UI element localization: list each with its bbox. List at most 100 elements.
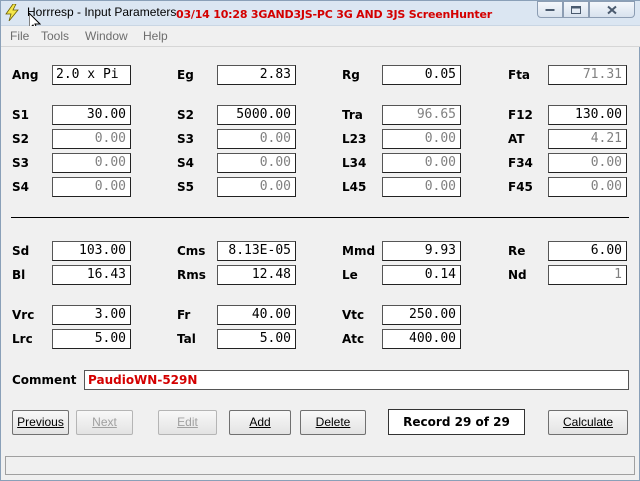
atc-field[interactable]: 400.00 [382, 329, 461, 349]
s3-field-col2[interactable]: 0.00 [217, 129, 296, 149]
minimize-icon [545, 8, 555, 11]
l34-label: L34 [342, 156, 367, 170]
mmd-field[interactable]: 9.93 [382, 241, 461, 261]
previous-button-label: Previous [17, 415, 64, 429]
bl-field[interactable]: 16.43 [52, 265, 131, 285]
s3-label-col1: S3 [12, 156, 29, 170]
next-button-label: Next [92, 415, 117, 429]
s1-field[interactable]: 30.00 [52, 105, 131, 125]
f12-field[interactable]: 130.00 [548, 105, 627, 125]
screenhunter-overlay: 03/14 10:28 3GAND3JS-PC 3G AND 3JS Scree… [176, 8, 492, 21]
menu-file[interactable]: File [10, 29, 29, 43]
re-label: Re [508, 244, 526, 258]
lrc-label: Lrc [12, 332, 33, 346]
f12-label: F12 [508, 108, 533, 122]
ang-label: Ang [12, 68, 39, 82]
at-field: 4.21 [548, 129, 627, 149]
tal-label: Tal [177, 332, 196, 346]
mmd-label: Mmd [342, 244, 376, 258]
menu-help[interactable]: Help [143, 29, 168, 43]
rg-field[interactable]: 0.05 [382, 65, 461, 85]
menu-window[interactable]: Window [85, 29, 128, 43]
title-bar[interactable]: Horrresp - Input Parameters 03/14 10:28 … [1, 1, 640, 26]
edit-button[interactable]: Edit [158, 410, 217, 435]
maximize-icon [571, 5, 581, 14]
fta-label: Fta [508, 68, 531, 82]
f34-field[interactable]: 0.00 [548, 153, 627, 173]
rms-label: Rms [177, 268, 206, 282]
next-button[interactable]: Next [76, 410, 133, 435]
rg-label: Rg [342, 68, 360, 82]
calculate-button[interactable]: Calculate [548, 410, 628, 435]
edit-button-label: Edit [177, 415, 198, 429]
cms-field[interactable]: 8.13E-05 [217, 241, 296, 261]
s2-label-col1: S2 [12, 132, 29, 146]
rms-field[interactable]: 12.48 [217, 265, 296, 285]
s3-field-col1[interactable]: 0.00 [52, 153, 131, 173]
f45-label: F45 [508, 180, 533, 194]
s5-label: S5 [177, 180, 194, 194]
vtc-label: Vtc [342, 308, 365, 322]
f45-field[interactable]: 0.00 [548, 177, 627, 197]
record-indicator: Record 29 of 29 [388, 409, 525, 435]
l23-label: L23 [342, 132, 367, 146]
fr-field[interactable]: 40.00 [217, 305, 296, 325]
comment-label: Comment [12, 373, 77, 387]
previous-button[interactable]: Previous [12, 410, 69, 435]
comment-field[interactable]: PaudioWN-529N [84, 370, 629, 390]
bl-label: Bl [12, 268, 26, 282]
nd-label: Nd [508, 268, 527, 282]
tal-field[interactable]: 5.00 [217, 329, 296, 349]
main-window: Horrresp - Input Parameters 03/14 10:28 … [0, 0, 640, 481]
nd-field[interactable]: 1 [548, 265, 627, 285]
eg-field[interactable]: 2.83 [217, 65, 296, 85]
calculate-button-label: Calculate [562, 415, 614, 429]
s5-field[interactable]: 0.00 [217, 177, 296, 197]
s4-field-col1[interactable]: 0.00 [52, 177, 131, 197]
s4-field-col2[interactable]: 0.00 [217, 153, 296, 173]
tra-label: Tra [342, 108, 363, 122]
close-icon [607, 5, 617, 14]
vrc-label: Vrc [12, 308, 35, 322]
ang-field[interactable]: 2.0 x Pi [52, 65, 131, 85]
window-title: Horrresp - Input Parameters [27, 5, 177, 19]
s4-label-col2: S4 [177, 156, 194, 170]
tra-field: 96.65 [382, 105, 461, 125]
lrc-field[interactable]: 5.00 [52, 329, 131, 349]
sd-field[interactable]: 103.00 [52, 241, 131, 261]
delete-button[interactable]: Delete [300, 410, 366, 435]
s3-label-col2: S3 [177, 132, 194, 146]
eg-label: Eg [177, 68, 194, 82]
s2-field-col2[interactable]: 5000.00 [217, 105, 296, 125]
l45-label: L45 [342, 180, 367, 194]
menu-tools[interactable]: Tools [41, 29, 69, 43]
f34-label: F34 [508, 156, 533, 170]
atc-label: Atc [342, 332, 365, 346]
minimize-button[interactable] [537, 1, 563, 18]
l34-field[interactable]: 0.00 [382, 153, 461, 173]
s2-label: S2 [177, 108, 194, 122]
vrc-field[interactable]: 3.00 [52, 305, 131, 325]
at-label: AT [508, 132, 525, 146]
status-bar [5, 456, 635, 475]
l45-field[interactable]: 0.00 [382, 177, 461, 197]
maximize-button[interactable] [563, 1, 589, 18]
s2-field-col1[interactable]: 0.00 [52, 129, 131, 149]
add-button[interactable]: Add [229, 410, 291, 435]
close-button[interactable] [589, 1, 635, 18]
delete-button-label: Delete [315, 415, 351, 429]
s1-label: S1 [12, 108, 29, 122]
s4-label-col1: S4 [12, 180, 29, 194]
fr-label: Fr [177, 308, 191, 322]
fta-field: 71.31 [548, 65, 627, 85]
re-field[interactable]: 6.00 [548, 241, 627, 261]
menu-bar: File Tools Window Help [1, 26, 640, 47]
l23-field[interactable]: 0.00 [382, 129, 461, 149]
le-field[interactable]: 0.14 [382, 265, 461, 285]
lightning-icon [5, 4, 19, 21]
sd-label: Sd [12, 244, 30, 258]
vtc-field[interactable]: 250.00 [382, 305, 461, 325]
section-divider [11, 217, 629, 218]
le-label: Le [342, 268, 358, 282]
add-button-label: Add [249, 415, 271, 429]
